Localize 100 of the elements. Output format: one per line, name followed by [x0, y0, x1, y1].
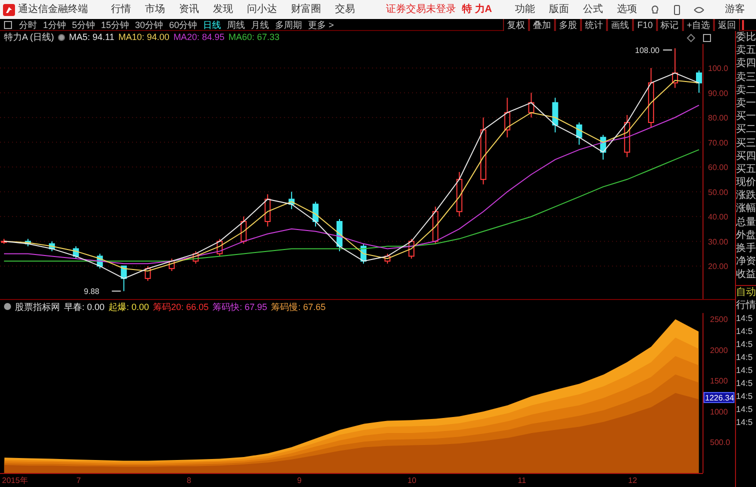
user-button[interactable]: 游客: [718, 2, 752, 16]
quote-label: 卖二: [736, 84, 756, 97]
bulb-icon[interactable]: [650, 4, 660, 14]
axis-label: 30.00: [708, 237, 728, 246]
eye-icon[interactable]: [694, 4, 704, 14]
window-icon[interactable]: [703, 34, 711, 42]
price-annotation: 9.88: [84, 287, 122, 296]
indicator-value: 筹码慢: 67.65: [271, 300, 326, 314]
menu-item[interactable]: 功能: [508, 2, 542, 16]
period-tab[interactable]: 月线: [248, 18, 272, 30]
menu-item[interactable]: 发现: [206, 2, 240, 16]
toolbar-button[interactable]: 画线: [607, 18, 634, 30]
indicator-value: 筹码快: 67.95: [212, 300, 268, 314]
quote-label: 净资: [736, 255, 756, 268]
axis-label: 1500: [710, 376, 728, 386]
login-status: 证券交易未登录: [386, 2, 456, 17]
indicator-value: 起爆: 0.00: [108, 300, 150, 314]
axis-label: 1000: [710, 407, 728, 416]
quote-label: 卖四: [736, 57, 756, 71]
axis-label: 2000: [710, 346, 728, 355]
period-tab[interactable]: 15分钟: [98, 18, 132, 30]
axis-label: 9: [297, 476, 302, 485]
toolbar-button[interactable]: 复权: [503, 18, 530, 30]
period-tab[interactable]: 日线: [200, 18, 224, 30]
quote-label: 涨跌: [736, 189, 756, 202]
menu-item[interactable]: 行情: [104, 2, 138, 16]
quote-label: 现价: [736, 176, 756, 190]
axis-label: 7: [76, 476, 81, 485]
axis-label: 80.00: [708, 114, 728, 123]
tick-time: 14:5: [736, 364, 754, 377]
indicator-value: MA20: 84.95: [173, 31, 224, 44]
candlestick: [696, 70, 702, 94]
tick-time: 14:5: [736, 376, 754, 390]
period-tab[interactable]: 多周期: [272, 18, 306, 30]
phone-icon[interactable]: [672, 4, 682, 14]
axis-label: 2500: [710, 315, 728, 324]
indicator-value: MA5: 94.11: [69, 31, 114, 44]
panel-tab[interactable]: 自动: [736, 286, 756, 299]
quote-label: 委比: [736, 31, 756, 44]
axis-label: 100.0: [708, 64, 728, 74]
menu-item[interactable]: 选项: [610, 2, 644, 16]
quote-label: 涨幅: [736, 202, 756, 216]
panel-tab[interactable]: 行情: [736, 298, 756, 312]
logo-icon: [3, 4, 15, 16]
period-tab[interactable]: 5分钟: [69, 18, 98, 30]
axis-label: 90.00: [708, 88, 728, 98]
candlestick: [648, 68, 654, 128]
candlestick: [264, 194, 271, 227]
indicator-value: MA60: 67.33: [228, 31, 280, 44]
axis-label: 11: [518, 476, 526, 485]
menu-item[interactable]: 公式: [576, 2, 610, 16]
quote-label: 买五: [736, 162, 756, 176]
period-tab[interactable]: 周线: [224, 18, 248, 30]
period-tab[interactable]: 30分钟: [132, 18, 166, 30]
candlestick: [624, 114, 630, 158]
axis-label: 70.00: [708, 138, 728, 148]
axis-label: 500.0: [710, 438, 730, 448]
period-tab[interactable]: 分时: [16, 18, 40, 30]
panel-toggle-icon[interactable]: [4, 20, 12, 28]
quote-label: 外盘: [736, 228, 756, 242]
tick-time: 14:5: [736, 312, 754, 325]
tick-time: 14:5: [736, 390, 754, 403]
axis-label: 12: [628, 476, 638, 485]
candlestick: [504, 97, 510, 138]
indicator-value: 筹码20: 66.05: [153, 300, 209, 314]
tick-time: 14:5: [736, 324, 754, 338]
chart-title: 特力A (日线): [4, 31, 54, 44]
tick-time: 14:5: [736, 402, 754, 416]
menu-item[interactable]: 问小达: [240, 2, 284, 16]
axis-label: 60.00: [708, 163, 728, 172]
axis-label: 10: [407, 476, 416, 485]
indicator-value: 早春: 0.00: [64, 300, 105, 314]
tick-time: 14:5: [736, 350, 754, 364]
menu-item[interactable]: 财富圈: [284, 2, 328, 16]
quote-label: 买二: [736, 123, 756, 136]
menu-item[interactable]: 资讯: [172, 2, 206, 16]
period-tab[interactable]: 更多 >: [305, 18, 337, 30]
quote-label: 卖一: [736, 96, 756, 110]
year-label: 2015年: [2, 476, 28, 485]
indicator-value: MA10: 94.00: [118, 31, 170, 44]
quote-label: 收益: [736, 268, 756, 282]
quote-label: 换手: [736, 242, 756, 256]
candlestick: [552, 97, 558, 133]
quote-label: 卖五: [736, 44, 756, 58]
toolbar-button[interactable]: 叠加: [529, 18, 556, 30]
period-tab[interactable]: 60分钟: [166, 18, 200, 30]
menu-item[interactable]: 交易: [328, 2, 362, 16]
menu-item[interactable]: 市场: [138, 2, 172, 16]
axis-label: 20.00: [708, 262, 728, 272]
toolbar-button[interactable]: 返回: [714, 18, 740, 30]
menu-item[interactable]: 版面: [542, 2, 576, 16]
quote-label: 买四: [736, 150, 756, 163]
axis-label: 40.00: [708, 212, 728, 222]
candlestick: [528, 92, 534, 118]
annotation: 108.00: [635, 46, 660, 55]
toolbar-button[interactable]: 多股: [555, 18, 582, 30]
quote-label: 总量: [736, 216, 756, 229]
toolbar-button[interactable]: 统计: [581, 18, 608, 30]
toolbar-button[interactable]: F10: [633, 18, 657, 30]
period-tab[interactable]: 1分钟: [40, 18, 70, 30]
